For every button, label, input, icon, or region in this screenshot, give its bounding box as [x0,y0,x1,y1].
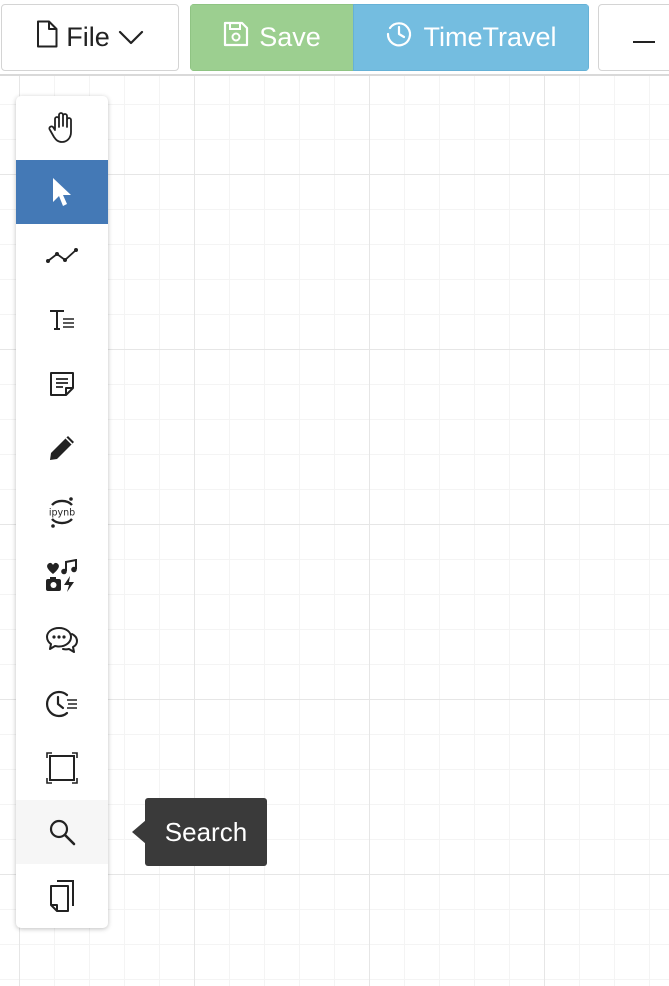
tooltip-arrow [132,820,146,844]
svg-text:ipynb: ipynb [49,508,75,519]
file-menu-label: File [66,22,110,52]
tool-history[interactable] [16,672,108,736]
tool-pan[interactable] [16,96,108,160]
pages-icon [48,879,76,913]
tool-ipynb[interactable]: ipynb [16,480,108,544]
note-icon [48,370,76,398]
timetravel-label: TimeTravel [423,22,557,52]
frame-icon [46,752,78,784]
tool-note[interactable] [16,352,108,416]
pencil-icon [47,433,77,463]
save-timetravel-group: Save TimeTravel [190,4,589,71]
tool-frame[interactable] [16,736,108,800]
top-toolbar: File Save TimeTravel [0,0,669,76]
search-tooltip: Search [145,798,267,866]
text-format-icon [48,308,76,332]
history-clock-icon [45,689,79,719]
cursor-arrow-icon [50,176,74,208]
line-chart-icon [45,246,79,266]
tool-media[interactable] [16,544,108,608]
hand-icon [47,111,77,145]
tool-chat[interactable] [16,608,108,672]
save-label: Save [259,22,321,52]
file-icon [36,20,58,55]
timetravel-button[interactable]: TimeTravel [353,4,589,71]
history-icon [385,20,413,55]
tool-pen[interactable] [16,416,108,480]
jupyter-notebook-icon: ipynb [47,495,77,529]
tooltip-label: Search [164,816,248,847]
file-menu-button[interactable]: File [1,4,179,71]
minus-icon [633,41,655,43]
floppy-disk-icon [223,21,249,54]
tool-search[interactable] [16,800,108,864]
tool-connector[interactable] [16,224,108,288]
tool-palette: ipynb [16,96,108,928]
tool-pages[interactable] [16,864,108,928]
chat-bubbles-icon [45,625,79,655]
tool-text[interactable] [16,288,108,352]
zoom-out-button[interactable] [598,4,669,71]
tool-select[interactable] [16,160,108,224]
save-button[interactable]: Save [190,4,353,71]
media-icon [45,559,79,593]
search-icon [48,818,76,846]
chevron-down-icon [118,22,144,53]
